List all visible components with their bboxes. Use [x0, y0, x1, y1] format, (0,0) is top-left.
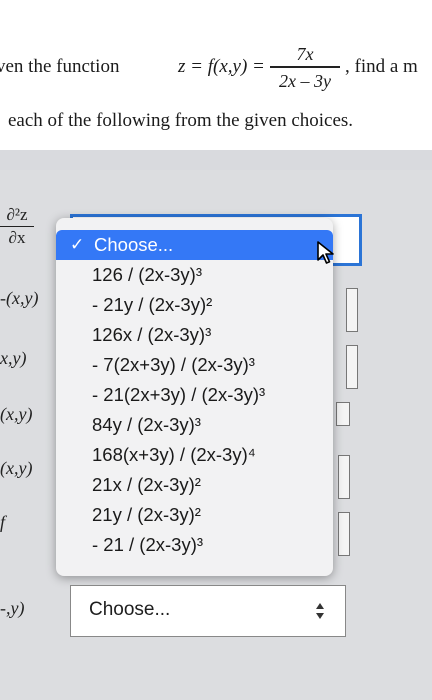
derivative-label-2: -(x,y) — [0, 288, 39, 308]
option-7[interactable]: 168(x+3y) / (2x-3y)⁴ — [56, 440, 333, 470]
answer-select-edge-3[interactable] — [346, 345, 358, 389]
answer-select-edge-4[interactable] — [336, 402, 350, 426]
derivative-label-4: (x,y) — [0, 404, 33, 424]
fraction-bar — [270, 66, 340, 68]
derivative-label-6: f — [0, 512, 6, 532]
second-partial-numerator: ∂²z — [6, 205, 28, 224]
question-tail: , find a m — [345, 56, 418, 77]
question-panel: ven the function z = f(x,y) = 7x 2x – 3y… — [0, 0, 432, 150]
answer-select-edge-5[interactable] — [338, 455, 350, 499]
second-partial-bar — [0, 226, 34, 228]
function-fraction: 7x 2x – 3y — [270, 44, 340, 91]
function-definition: z = f(x,y) = — [178, 56, 265, 77]
derivative-label-3: x,y) — [0, 348, 27, 368]
option-8[interactable]: 21x / (2x-3y)² — [56, 470, 333, 500]
option-4[interactable]: - 7(2x+3y) / (2x-3y)³ — [56, 350, 333, 380]
option-6[interactable]: 84y / (2x-3y)³ — [56, 410, 333, 440]
option-1[interactable]: 126 / (2x-3y)³ — [56, 260, 333, 290]
option-choose[interactable]: ✓ Choose... — [56, 230, 333, 260]
option-5[interactable]: - 21(2x+3y) / (2x-3y)³ — [56, 380, 333, 410]
question-intro: ven the function — [0, 56, 120, 77]
select-value: Choose... — [89, 599, 171, 620]
fraction-numerator: 7x — [296, 44, 314, 64]
fraction-denominator: 2x – 3y — [279, 70, 331, 91]
option-2[interactable]: - 21y / (2x-3y)² — [56, 290, 333, 320]
derivative-label-7: -,y) — [0, 598, 25, 618]
answer-select-edge-6[interactable] — [338, 512, 350, 556]
second-partial-denominator: ∂x — [8, 228, 26, 248]
option-label: Choose... — [94, 234, 174, 255]
choice-dropdown-menu[interactable]: ✓ Choose... 126 / (2x-3y)³ - 21y / (2x-3… — [56, 218, 333, 576]
option-9[interactable]: 21y / (2x-3y)² — [56, 500, 333, 530]
question-line-1: ven the function z = f(x,y) = 7x 2x – 3y… — [0, 44, 432, 92]
checkmark-icon: ✓ — [70, 235, 85, 254]
option-3[interactable]: 126x / (2x-3y)³ — [56, 320, 333, 350]
option-10[interactable]: - 21 / (2x-3y)³ — [56, 530, 333, 560]
question-line-2: each of the following from the given cho… — [8, 110, 354, 131]
second-partial-label: ∂²z ∂x — [0, 205, 34, 248]
mouse-cursor-icon — [317, 241, 334, 264]
updown-arrows-icon — [316, 603, 324, 619]
answer-select-bottom[interactable]: Choose... — [70, 585, 346, 637]
derivative-label-5: (x,y) — [0, 458, 33, 478]
answer-select-edge-2[interactable] — [346, 288, 358, 332]
